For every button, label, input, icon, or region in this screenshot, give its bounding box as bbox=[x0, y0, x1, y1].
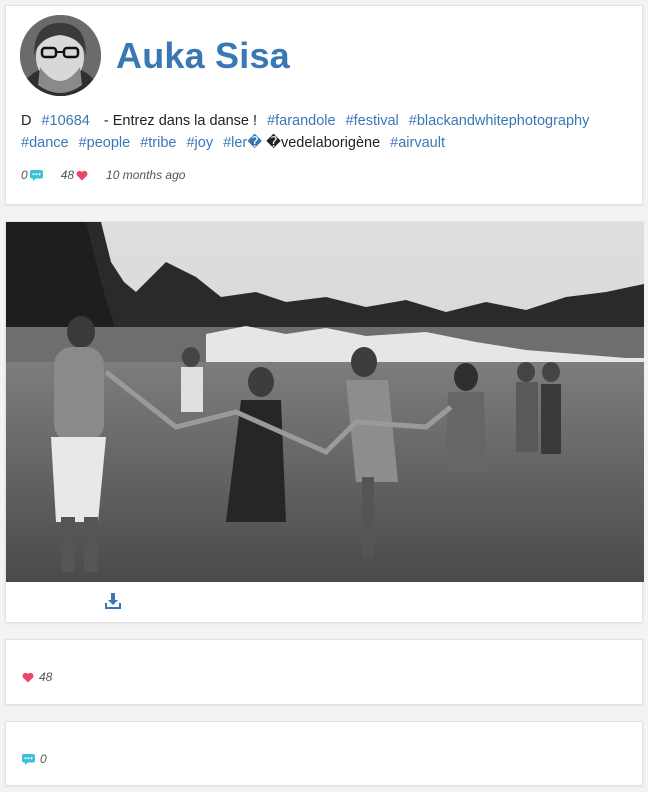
hashtag-link[interactable]: #blackandwhitephotography bbox=[409, 113, 590, 129]
likes-stat[interactable]: 48 bbox=[22, 670, 52, 684]
likes-count: 48 bbox=[39, 670, 53, 684]
heart-icon bbox=[76, 170, 88, 180]
hashtag-link[interactable]: #airvault bbox=[390, 135, 445, 151]
comment-count: 0 bbox=[21, 168, 28, 182]
post-caption: D #10684 - Entrez dans la danse ! #farando… bbox=[21, 110, 621, 154]
like-count-group[interactable]: 48 bbox=[61, 168, 88, 182]
heart-icon bbox=[22, 672, 34, 682]
post-photo[interactable] bbox=[6, 222, 644, 582]
hashtag-link[interactable]: #people bbox=[79, 135, 131, 151]
post-meta: 0 48 10 months ago bbox=[21, 168, 185, 182]
avatar[interactable] bbox=[20, 15, 101, 96]
post-time: 10 months ago bbox=[106, 168, 186, 182]
download-icon[interactable] bbox=[104, 592, 122, 610]
hashtag-link[interactable]: #10684 bbox=[41, 113, 89, 129]
hashtag-link[interactable]: #dance bbox=[21, 135, 69, 151]
hashtag-link[interactable]: #tribe bbox=[140, 135, 176, 151]
hashtag-link[interactable]: #festival bbox=[346, 113, 399, 129]
caption-text: D bbox=[21, 113, 32, 129]
comment-bubble-icon bbox=[29, 169, 43, 181]
comment-bubble-icon bbox=[22, 753, 35, 765]
hashtag-link[interactable]: #ler� bbox=[223, 135, 262, 151]
comments-panel: 0 bbox=[5, 721, 643, 786]
post-card: Auka Sisa D #10684 - Entrez dans la danse… bbox=[5, 5, 643, 205]
caption-text: �vedelaborigène bbox=[266, 135, 381, 151]
comments-count: 0 bbox=[40, 752, 47, 766]
caption-text: - Entrez dans la danse ! bbox=[99, 113, 258, 129]
username[interactable]: Auka Sisa bbox=[116, 35, 290, 77]
hashtag-link[interactable]: #farandole bbox=[267, 113, 336, 129]
comment-count-group[interactable]: 0 bbox=[21, 168, 43, 182]
photo-card bbox=[5, 221, 644, 623]
hashtag-link[interactable]: #joy bbox=[186, 135, 213, 151]
comments-stat[interactable]: 0 bbox=[22, 752, 47, 766]
like-count: 48 bbox=[60, 168, 75, 182]
likes-panel: 48 bbox=[5, 639, 643, 705]
